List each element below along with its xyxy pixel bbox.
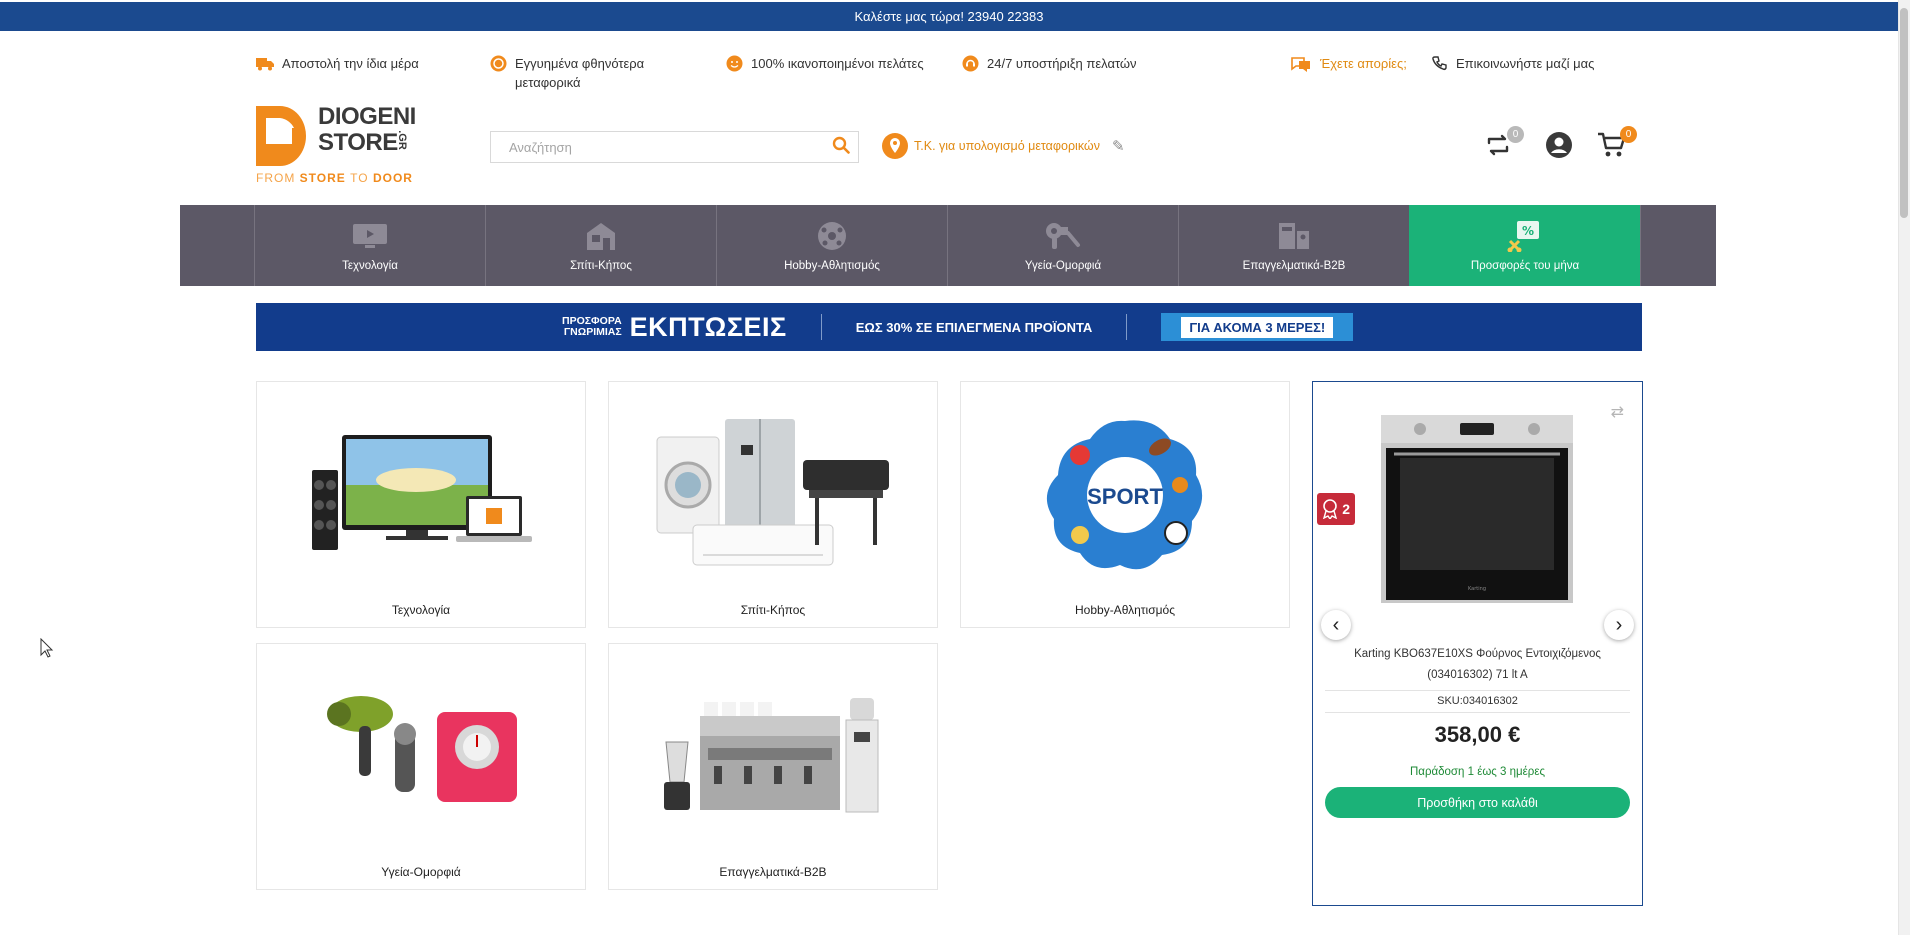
- product-name-link[interactable]: Karting KBO637E10XS Φούρνος Εντοιχιζόμεν…: [1333, 644, 1622, 686]
- search-bar: [490, 131, 859, 163]
- add-to-cart-button[interactable]: Προσθήκη στο καλάθι: [1325, 787, 1630, 818]
- logo-suffix: .GR: [395, 130, 408, 150]
- info-label: Εγγυημένα φθηνότερα μεταφορικά: [515, 56, 645, 90]
- tile-label: Hobby-Αθλητισμός: [1075, 603, 1175, 617]
- promo-subtitle: ΕΩΣ 30% ΣΕ ΕΠΙΛΕΓΜΕΝΑ ΠΡΟΪΟΝΤΑ: [855, 319, 1093, 335]
- category-tile-home-garden[interactable]: Σπίτι-Κήπος: [608, 381, 938, 628]
- account-button[interactable]: [1545, 131, 1575, 161]
- smile-icon: [726, 55, 743, 72]
- discount-tag-icon: %: [1506, 220, 1544, 252]
- cart-count-badge: 0: [1620, 126, 1637, 143]
- ball-icon: [813, 220, 851, 252]
- info-same-day-shipping: Αποστολή την ίδια μέρα: [256, 54, 419, 73]
- info-label: Αποστολή την ίδια μέρα: [282, 56, 419, 71]
- tile-label: Τεχνολογία: [391, 603, 451, 617]
- tile-label: Σπίτι-Κήπος: [740, 603, 806, 617]
- chat-icon: [1291, 57, 1310, 72]
- call-us-text[interactable]: Καλέστε μας τώρα! 23940 22383: [855, 9, 1044, 24]
- svg-text:%: %: [1522, 224, 1534, 238]
- info-label: 24/7 υποστήριξη πελατών: [987, 56, 1137, 71]
- scrollbar-thumb[interactable]: [1900, 8, 1908, 218]
- pencil-icon[interactable]: ✎: [1112, 137, 1125, 155]
- oven-brand-text: Karting: [1468, 586, 1486, 592]
- house-icon: [582, 220, 620, 252]
- phone-icon: [1432, 56, 1447, 71]
- category-tile-hobby-sports[interactable]: SPORT Hobby-Αθλητισμός: [960, 381, 1290, 628]
- b2b-image: [609, 672, 937, 842]
- logo-d-icon: [256, 106, 306, 166]
- truck-icon: [256, 58, 274, 71]
- shipping-zip-link[interactable]: Τ.Κ. για υπολογισμό μεταφορικών ✎: [882, 133, 1125, 159]
- health-beauty-image: [257, 672, 585, 842]
- info-cheaper-shipping: Εγγυημένα φθηνότερα μεταφορικά: [490, 54, 680, 92]
- ribbon-icon: [1322, 499, 1338, 519]
- page-scrollbar[interactable]: [1898, 0, 1910, 935]
- featured-product-card: ⇄ 2 Karting ‹ › Karting KBO637E10XS Φούρ…: [1312, 381, 1643, 906]
- promo-ribbon: ΓΙΑ ΑΚΟΜΑ 3 ΜΕΡΕΣ!: [1161, 313, 1354, 341]
- site-logo[interactable]: DIOGENI STORE .GR FROM STORE TO DOOR: [256, 104, 416, 186]
- category-tile-health-beauty[interactable]: Υγεία-Ομορφιά: [256, 643, 586, 890]
- page: Καλέστε μας τώρα! 23940 22383 Αποστολή τ…: [0, 0, 1910, 935]
- hairdryer-icon: [1044, 220, 1082, 252]
- compare-button[interactable]: 0: [1484, 126, 1524, 161]
- product-sku: SKU:034016302: [1325, 690, 1630, 713]
- reward-badge: 2: [1317, 493, 1355, 525]
- hobby-sports-image: SPORT: [961, 410, 1289, 580]
- promo-banner[interactable]: ΠΡΟΣΦΟΡΑ ΓΝΩΡΙΜΙΑΣ ΕΚΠΤΩΣΕΙΣ ΕΩΣ 30% ΣΕ …: [256, 303, 1642, 351]
- info-support: 24/7 υποστήριξη πελατών: [962, 54, 1137, 73]
- oven-image: Karting: [1381, 415, 1573, 603]
- carousel-next-button[interactable]: ›: [1604, 610, 1634, 640]
- technology-image: [257, 410, 585, 580]
- search-input[interactable]: [491, 132, 824, 162]
- category-tile-b2b[interactable]: Επαγγελματικά-B2B: [608, 643, 938, 890]
- nav-tab-b2b[interactable]: Επαγγελματικά-B2B: [1178, 205, 1409, 286]
- cart-button[interactable]: 0: [1597, 126, 1637, 161]
- delivery-info: Παράδοση 1 έως 3 ημέρες: [1409, 766, 1545, 778]
- nav-tab-health-beauty[interactable]: Υγεία-Ομορφιά: [947, 205, 1178, 286]
- support-icon: [962, 55, 979, 72]
- sport-badge-text: SPORT: [1087, 484, 1163, 509]
- tile-label: Υγεία-Ομορφιά: [381, 865, 461, 879]
- category-tile-technology[interactable]: Τεχνολογία: [256, 381, 586, 628]
- info-satisfied-customers: 100% ικανοποιημένοι πελάτες: [726, 54, 924, 73]
- contact-label[interactable]: Επικοινωνήστε μαζί μας: [1456, 54, 1594, 73]
- questions-label[interactable]: Έχετε απορίες;: [1320, 54, 1407, 73]
- location-pin-icon: [882, 133, 908, 159]
- coin-icon: [490, 55, 507, 72]
- user-icon: [1546, 132, 1572, 158]
- promo-divider: [820, 314, 822, 340]
- promo-divider: [1126, 314, 1128, 340]
- zip-label[interactable]: Τ.Κ. για υπολογισμό μεταφορικών: [914, 139, 1100, 153]
- tv-icon: [351, 220, 389, 252]
- contact-link[interactable]: Επικοινωνήστε μαζί μας: [1432, 54, 1594, 73]
- search-icon[interactable]: [824, 136, 858, 159]
- home-garden-image: [609, 410, 937, 580]
- compare-count-badge: 0: [1507, 126, 1524, 143]
- tile-label: Επαγγελματικά-B2B: [719, 865, 827, 879]
- top-announcement-bar: Καλέστε μας τώρα! 23940 22383: [0, 2, 1898, 31]
- nav-tab-monthly-offers[interactable]: % Προσφορές του μήνα: [1409, 205, 1640, 286]
- nav-spacer: [1640, 205, 1716, 286]
- machine-icon: [1275, 220, 1313, 252]
- promo-intro: ΠΡΟΣΦΟΡΑ ΓΝΩΡΙΜΙΑΣ: [562, 315, 622, 338]
- nav-tab-home-garden[interactable]: Σπίτι-Κήπος: [485, 205, 716, 286]
- compare-toggle-icon[interactable]: ⇄: [1611, 402, 1624, 422]
- logo-tagline: FROM STORE TO DOOR: [256, 171, 413, 185]
- questions-link[interactable]: Έχετε απορίες;: [1290, 54, 1407, 73]
- nav-tab-hobby-sports[interactable]: Hobby-Αθλητισμός: [716, 205, 947, 286]
- product-price: 358,00 €: [1434, 722, 1521, 747]
- mouse-cursor-icon: [40, 638, 54, 658]
- carousel-prev-button[interactable]: ‹: [1321, 610, 1351, 640]
- nav-tab-technology[interactable]: Τεχνολογία: [254, 205, 485, 286]
- category-nav: Τεχνολογία Σπίτι-Κήπος Hobby-Αθλητισμός …: [180, 205, 1716, 286]
- promo-title: ΕΚΠΤΩΣΕΙΣ: [629, 311, 787, 342]
- info-label: 100% ικανοποιημένοι πελάτες: [751, 56, 924, 71]
